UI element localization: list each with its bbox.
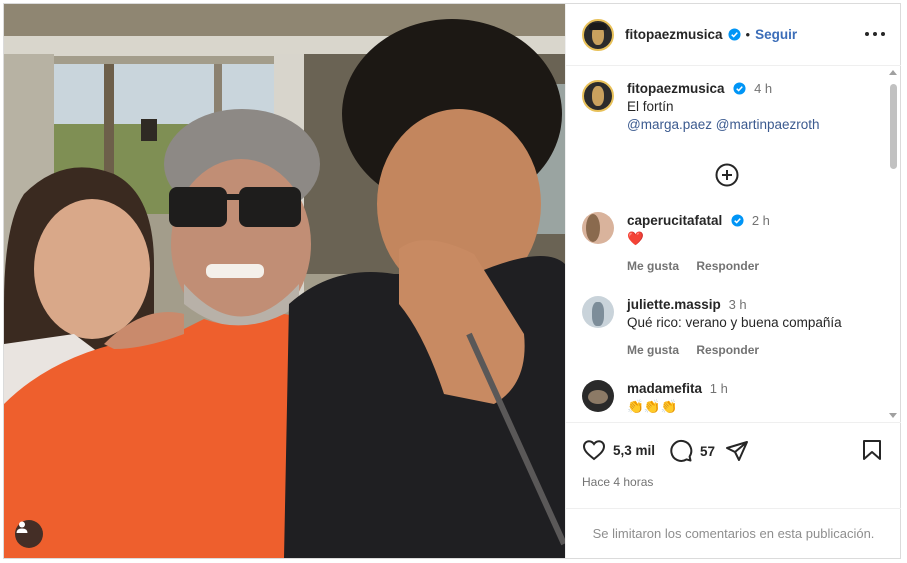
comment-bubble-icon [670,439,693,462]
comments-list[interactable]: fitopaezmusica 4 h El fortín @marga.paez… [566,66,901,422]
caption-time: 4 h [754,81,773,96]
comment-item: caperucitafatal 2 h ❤️ Me gusta Responde… [582,212,770,275]
author-username[interactable]: fitopaezmusica [625,27,723,42]
comments-count: 57 [700,443,716,459]
comment-time: 3 h [728,297,747,312]
bookmark-icon [863,440,881,460]
comments-limited-notice: Se limitaron los comentarios en esta pub… [566,508,901,558]
like-comment-button[interactable]: Me gusta [627,259,679,273]
like-button[interactable]: 5,3 mil [582,439,655,461]
mention-link[interactable]: @martinpaezroth [716,117,820,132]
reply-button[interactable]: Responder [696,259,759,273]
comment-text: ❤️ [627,231,644,246]
comment-button[interactable]: 57 [669,439,715,463]
post-header: fitopaezmusica • Seguir [566,4,901,66]
more-horizontal-icon[interactable] [865,26,885,42]
caption: fitopaezmusica 4 h El fortín @marga.paez… [582,80,820,134]
comment-username[interactable]: caperucitafatal [627,213,722,228]
comment-text: 👏👏👏 [627,399,678,414]
comments-scrollbar[interactable] [886,66,900,422]
post-timestamp: Hace 4 horas [582,475,654,489]
save-button[interactable] [862,439,882,461]
comment-username[interactable]: juliette.massip [627,297,721,312]
caption-text: El fortín [627,99,674,114]
header-separator: • [745,27,751,42]
reply-button[interactable]: Responder [696,343,759,357]
share-button[interactable] [725,439,749,463]
verified-badge-icon [727,28,741,41]
tagged-users-button[interactable] [15,520,43,548]
comment-time: 1 h [709,381,728,396]
commenter-avatar[interactable] [582,380,614,412]
heart-icon [582,440,606,461]
post-side-panel: fitopaezmusica • Seguir fitopaezmusica 4… [565,4,901,558]
share-paper-plane-icon [726,441,748,461]
instagram-post: fitopaezmusica • Seguir fitopaezmusica 4… [3,3,901,559]
verified-badge-icon [731,214,744,227]
scroll-down-arrow-icon[interactable] [889,413,897,418]
person-icon [16,521,28,533]
caption-author-avatar[interactable] [582,80,614,112]
scroll-up-arrow-icon[interactable] [889,70,897,75]
comment-text: Qué rico: verano y buena compañía [627,315,842,330]
scrollbar-thumb[interactable] [890,84,897,169]
mention-link[interactable]: @marga.paez [627,117,712,132]
comment-time: 2 h [751,213,770,228]
comment-item: juliette.massip 3 h Qué rico: verano y b… [582,296,842,359]
likes-count: 5,3 mil [613,442,656,458]
verified-badge-icon [733,82,746,95]
commenter-avatar[interactable] [582,296,614,328]
post-actions: 5,3 mil 57 Hace 4 horas [566,422,901,508]
caption-author[interactable]: fitopaezmusica [627,81,725,96]
follow-button[interactable]: Seguir [755,27,797,42]
post-photo[interactable] [4,4,565,558]
comment-item: madamefita 1 h 👏👏👏 [582,380,728,416]
load-more-comments-icon[interactable] [714,162,740,188]
commenter-avatar[interactable] [582,212,614,244]
like-comment-button[interactable]: Me gusta [627,343,679,357]
author-avatar[interactable] [582,18,614,51]
selfie-photo-illustration [4,4,565,558]
comment-username[interactable]: madamefita [627,381,702,396]
